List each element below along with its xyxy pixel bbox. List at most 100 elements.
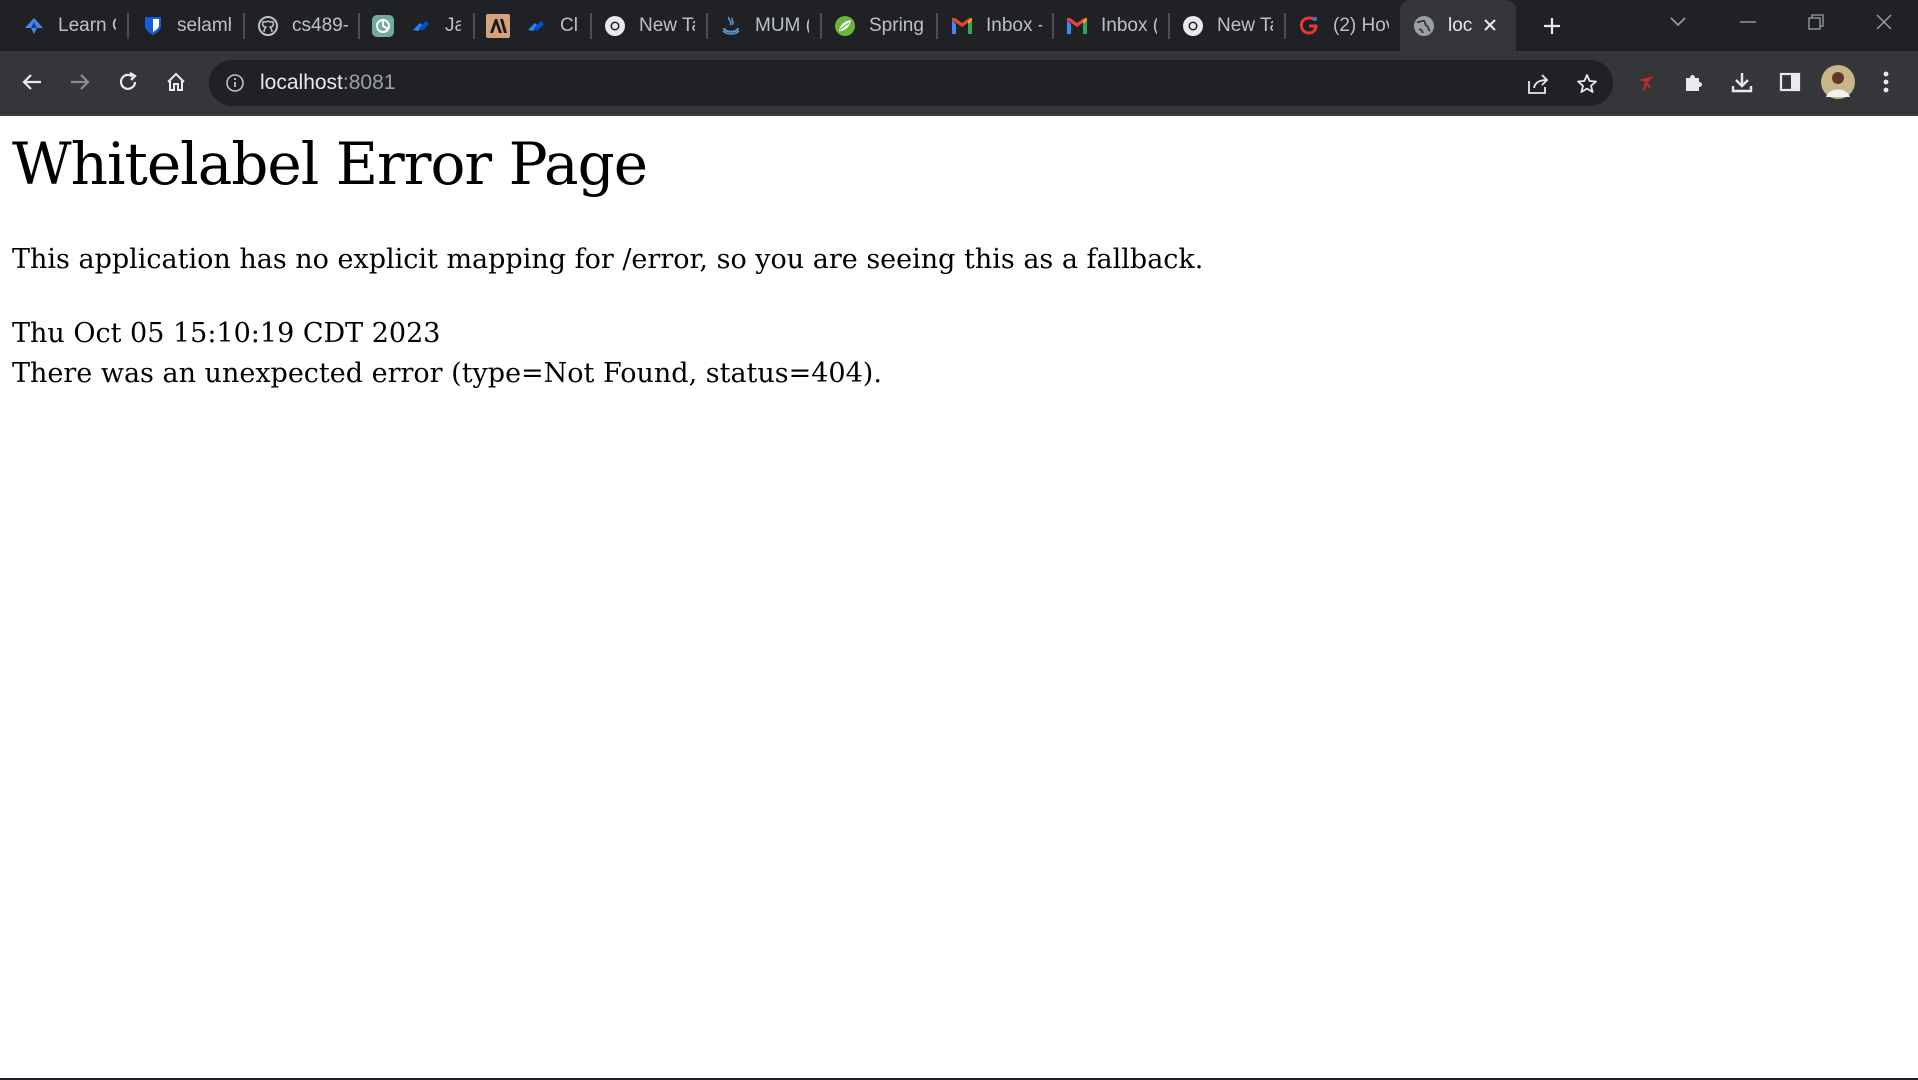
home-button[interactable] <box>156 62 196 102</box>
tab-title: Jav <box>445 14 461 36</box>
tab-title: New Ta <box>1217 14 1273 36</box>
tab-title: Inbox ( <box>1101 14 1157 36</box>
restore-icon <box>1808 14 1824 30</box>
page-title: Whitelabel Error Page <box>12 130 648 198</box>
avatar <box>1821 65 1855 99</box>
tab-title: New Ta <box>639 14 695 36</box>
tab-gmail-1[interactable]: Inbox - <box>950 0 1042 51</box>
tab-anthropic[interactable] <box>486 0 512 51</box>
tab-separator <box>127 13 129 39</box>
profile-button[interactable] <box>1818 62 1858 102</box>
minimize-button[interactable] <box>1714 0 1782 44</box>
info-icon[interactable] <box>223 71 247 95</box>
close-icon <box>1876 14 1892 30</box>
tab-separator <box>1168 13 1170 39</box>
gmail-icon <box>1065 14 1089 38</box>
app-icon <box>1297 14 1321 38</box>
tab-search-button[interactable] <box>1644 0 1712 44</box>
close-window-button[interactable] <box>1850 0 1918 44</box>
extension-red-icon <box>1638 76 1654 91</box>
bitwarden-icon <box>141 14 165 38</box>
restore-button[interactable] <box>1782 0 1850 44</box>
address-bar[interactable]: localhost:8081 <box>209 60 1613 106</box>
jira-icon <box>524 14 548 38</box>
puzzle-icon <box>1686 75 1702 91</box>
tab-selamh[interactable]: selamh <box>141 0 231 51</box>
chatgpt-icon <box>371 14 395 38</box>
tab-title: Learn C <box>58 14 116 36</box>
minimize-icon <box>1740 21 1756 23</box>
anthropic-icon <box>486 13 510 38</box>
menu-button[interactable] <box>1866 62 1906 102</box>
browser-toolbar: localhost:8081 <box>0 51 1918 114</box>
side-panel-button[interactable] <box>1770 62 1810 102</box>
tab-title: Spring <box>869 14 924 36</box>
tab-title: selamh <box>177 14 231 36</box>
tab-separator <box>243 13 245 39</box>
star-icon <box>1577 74 1597 93</box>
url-text[interactable]: localhost:8081 <box>260 60 395 106</box>
home-icon <box>167 72 185 91</box>
extensions-button[interactable] <box>1674 62 1714 102</box>
share-icon <box>1528 74 1549 94</box>
tab-separator <box>358 13 360 39</box>
tab-separator <box>820 13 822 39</box>
tab-separator <box>1052 13 1054 39</box>
tab-jira-cla[interactable]: Cla <box>524 0 578 51</box>
error-message: This application has no explicit mapping… <box>12 244 1204 275</box>
back-arrow-icon <box>22 74 41 90</box>
reload-icon <box>119 72 137 90</box>
spring-icon <box>833 14 857 38</box>
gmail-icon <box>950 14 974 38</box>
share-button[interactable] <box>1521 67 1555 101</box>
url-port: :8081 <box>342 71 396 94</box>
more-vertical-icon <box>1883 71 1889 93</box>
tab-github[interactable]: cs489- <box>256 0 348 51</box>
downloads-button[interactable] <box>1722 62 1762 102</box>
forward-button[interactable] <box>60 62 100 102</box>
reload-button[interactable] <box>108 62 148 102</box>
url-host: localhost <box>260 71 343 94</box>
download-icon <box>1731 73 1753 93</box>
close-tab-icon[interactable] <box>1478 13 1502 37</box>
tab-title: cs489- <box>292 14 348 36</box>
tab-new-tab[interactable]: New Ta <box>603 0 695 51</box>
chevron-down-icon <box>1670 17 1686 27</box>
tab-gmail-2[interactable]: Inbox ( <box>1065 0 1157 51</box>
page-content: Whitelabel Error Page This application h… <box>0 116 1918 1078</box>
bookmark-button[interactable] <box>1570 67 1604 101</box>
back-button[interactable] <box>12 62 52 102</box>
tab-title: Cla <box>560 14 578 36</box>
chrome-icon <box>1181 14 1205 38</box>
side-panel-icon <box>1779 72 1801 92</box>
tab-title: loc <box>1448 14 1472 36</box>
globe-icon <box>1412 14 1436 38</box>
tab-title: (2) Hov <box>1333 14 1389 36</box>
forward-arrow-icon <box>71 74 90 90</box>
chrome-icon <box>603 14 627 38</box>
tab-separator <box>473 13 475 39</box>
tab-separator <box>936 13 938 39</box>
jira-icon <box>409 14 433 38</box>
tab-new-tab-2[interactable]: New Ta <box>1181 0 1273 51</box>
tab-spring[interactable]: Spring <box>833 0 937 51</box>
java-icon <box>719 14 743 38</box>
tab-separator <box>706 13 708 39</box>
tab-localhost[interactable]: loc <box>1400 0 1516 51</box>
github-icon <box>256 14 280 38</box>
tab-mum[interactable]: MUM ( <box>719 0 809 51</box>
error-status: There was an unexpected error (type=Not … <box>12 358 882 389</box>
tab-jira-java[interactable]: Jav <box>409 0 461 51</box>
tab-title: MUM ( <box>755 14 809 36</box>
extension-button[interactable] <box>1626 62 1666 102</box>
tab-title: Inbox - <box>986 14 1042 36</box>
tab-learn[interactable]: Learn C <box>22 0 116 51</box>
error-timestamp: Thu Oct 05 15:10:19 CDT 2023 <box>12 318 441 349</box>
error-details: Thu Oct 05 15:10:19 CDT 2023 There was a… <box>12 314 882 394</box>
tab-separator <box>590 13 592 39</box>
new-tab-button[interactable] <box>1534 9 1570 43</box>
tab-separator <box>1284 13 1286 39</box>
tab-chatgpt[interactable] <box>371 0 399 51</box>
plus-icon <box>1544 18 1560 34</box>
tab-how[interactable]: (2) Hov <box>1297 0 1389 51</box>
